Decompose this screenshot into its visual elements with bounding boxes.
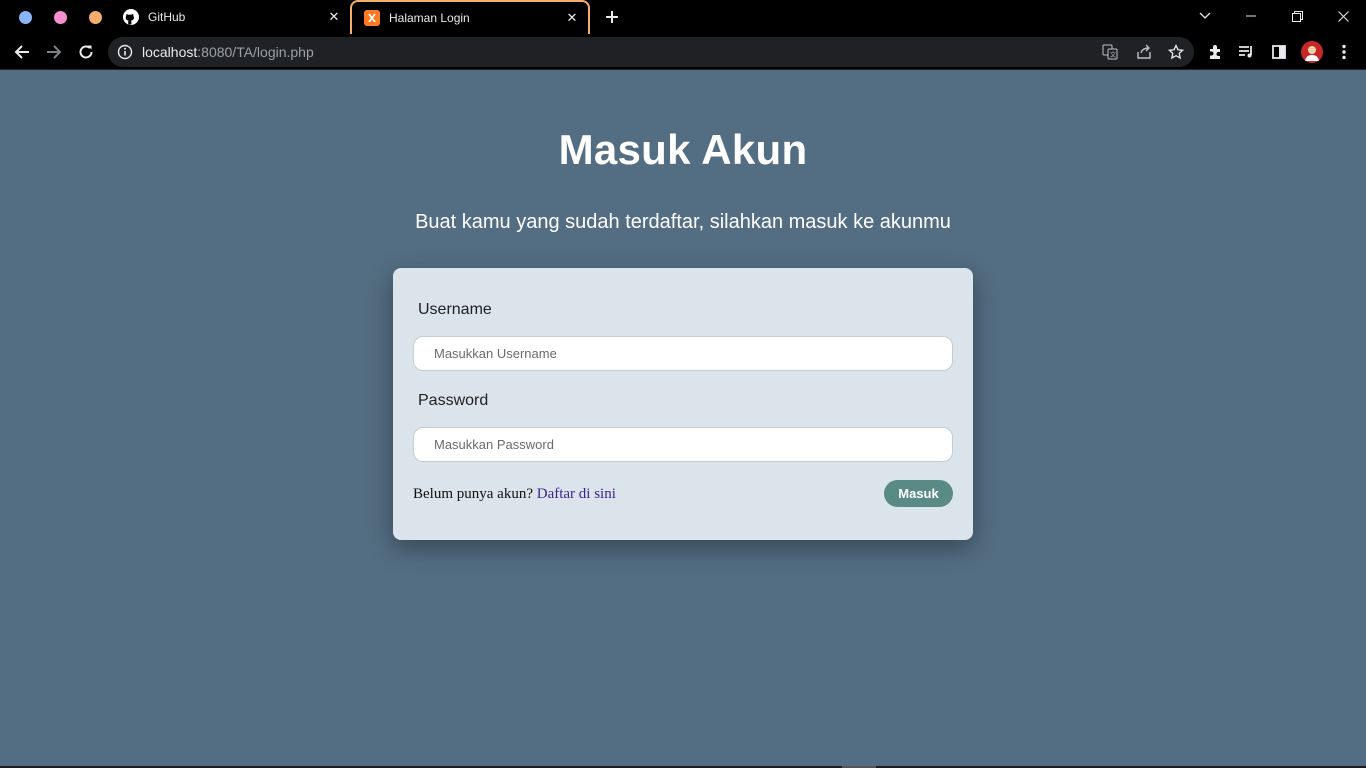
url-path: :8080/TA/login.php bbox=[197, 44, 314, 60]
tab-title-login: Halaman Login bbox=[389, 11, 470, 25]
tab-title-github: GitHub bbox=[148, 10, 186, 24]
share-icon[interactable] bbox=[1135, 43, 1153, 61]
menu-icon[interactable] bbox=[1334, 42, 1354, 62]
url-host: localhost bbox=[142, 44, 198, 60]
username-label: Username bbox=[418, 301, 492, 318]
browser-toolbar: localhost:8080/TA/login.php 文 bbox=[0, 34, 1366, 70]
close-window-icon[interactable] bbox=[1320, 0, 1366, 32]
url-text: localhost:8080/TA/login.php bbox=[142, 44, 314, 60]
username-input[interactable] bbox=[413, 336, 953, 371]
close-icon[interactable]: ✕ bbox=[324, 7, 344, 27]
star-icon[interactable] bbox=[1167, 43, 1185, 61]
restore-icon[interactable] bbox=[1274, 0, 1320, 32]
plus-icon[interactable] bbox=[601, 6, 623, 28]
github-icon bbox=[123, 9, 139, 25]
page-content: Masuk Akun Buat kamu yang sudah terdafta… bbox=[0, 70, 1366, 766]
register-link[interactable]: Daftar di sini bbox=[537, 486, 616, 502]
register-prompt: Belum punya akun? bbox=[413, 486, 533, 502]
reload-icon[interactable] bbox=[72, 38, 100, 66]
forward-icon[interactable] bbox=[40, 38, 68, 66]
login-form: Username Password Belum punya akun? Daft… bbox=[393, 268, 973, 540]
password-input[interactable] bbox=[413, 427, 953, 462]
translate-icon[interactable]: 文 bbox=[1101, 43, 1119, 61]
minimize-icon[interactable] bbox=[1228, 0, 1274, 32]
tab-strip: GitHub ✕ Halaman Login ✕ bbox=[0, 0, 1366, 34]
login-button[interactable]: Masuk bbox=[884, 480, 953, 507]
chevron-down-icon[interactable] bbox=[1182, 0, 1228, 32]
tab-github[interactable]: GitHub ✕ bbox=[115, 0, 350, 34]
page-subtitle: Buat kamu yang sudah terdaftar, silahkan… bbox=[415, 211, 951, 233]
media-icon[interactable] bbox=[1237, 42, 1257, 62]
extensions-icon[interactable] bbox=[1206, 42, 1226, 62]
tab-group-orange[interactable] bbox=[89, 11, 102, 24]
tab-group-pink[interactable] bbox=[54, 11, 67, 24]
svg-text:文: 文 bbox=[1110, 51, 1116, 59]
register-prompt-row: Belum punya akun? Daftar di sini bbox=[413, 486, 616, 503]
close-icon[interactable]: ✕ bbox=[562, 8, 582, 28]
tab-halaman-login[interactable]: Halaman Login ✕ bbox=[350, 0, 590, 34]
sidepanel-icon[interactable] bbox=[1269, 42, 1289, 62]
back-icon[interactable] bbox=[8, 38, 36, 66]
tab-group-blue[interactable] bbox=[19, 11, 32, 24]
xampp-icon bbox=[364, 10, 380, 26]
page-title: Masuk Akun bbox=[558, 126, 808, 173]
address-bar[interactable]: localhost:8080/TA/login.php 文 bbox=[108, 37, 1194, 67]
password-label: Password bbox=[418, 392, 489, 409]
info-icon[interactable] bbox=[117, 44, 133, 60]
avatar[interactable] bbox=[1301, 41, 1323, 63]
